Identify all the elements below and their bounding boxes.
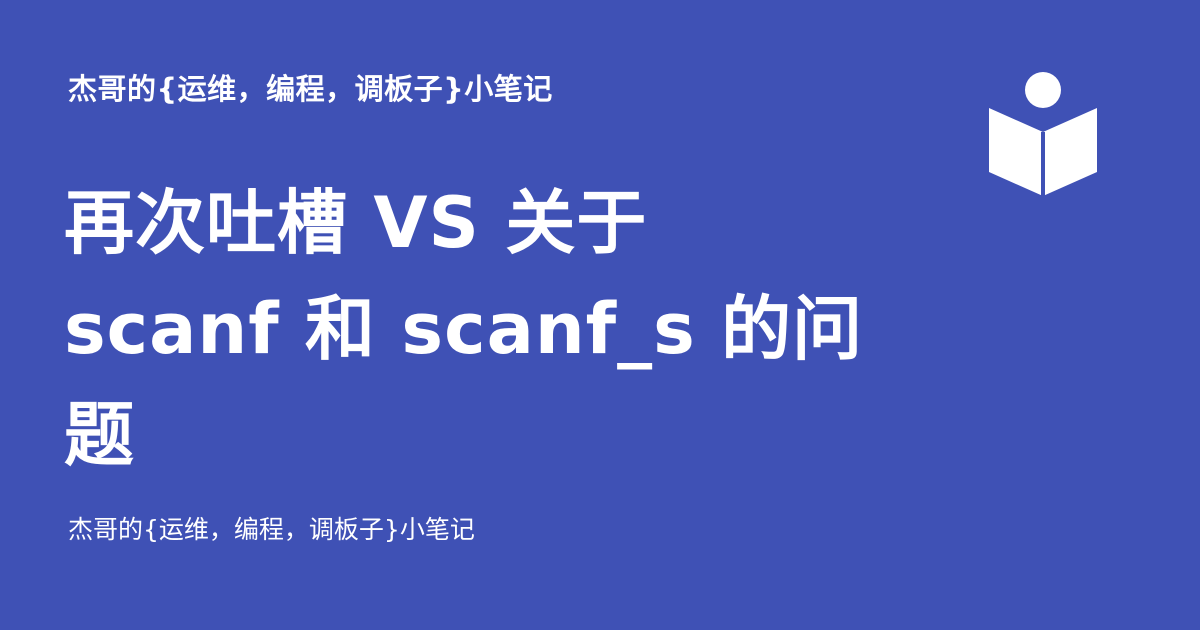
post-title: 再次吐槽 VS 关于 scanf 和 scanf_s 的问题 — [64, 182, 864, 476]
reading-person-book-icon — [989, 72, 1097, 196]
social-preview-card: 杰哥的{运维，编程，调板子}小笔记 再次吐槽 VS 关于 scanf 和 sca… — [0, 0, 1200, 630]
site-footer-name: 杰哥的{运维，编程，调板子}小笔记 — [68, 515, 475, 544]
site-name: 杰哥的{运维，编程，调板子}小笔记 — [68, 72, 553, 106]
